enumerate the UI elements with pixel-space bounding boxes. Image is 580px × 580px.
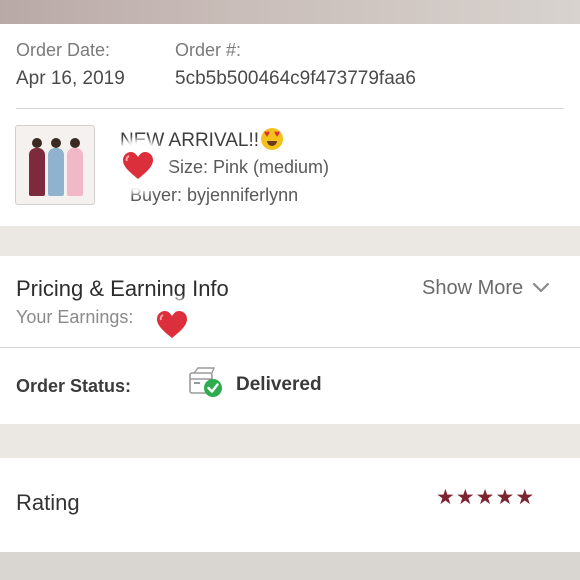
bottom-strip bbox=[0, 552, 580, 580]
order-divider bbox=[16, 108, 564, 109]
order-date-value: Apr 16, 2019 bbox=[16, 68, 125, 89]
star-icon: ★ bbox=[455, 486, 476, 509]
order-status-value: Delivered bbox=[236, 374, 322, 395]
buyer-info[interactable]: Buyer: byjenniferlynn bbox=[130, 185, 298, 206]
delivered-box-icon bbox=[188, 367, 226, 404]
your-earnings-label: Your Earnings: bbox=[16, 307, 134, 327]
order-number-label: Order #: bbox=[175, 40, 242, 60]
rating-stars: ★★★★★ bbox=[436, 485, 535, 510]
order-status-label: Order Status: bbox=[16, 376, 132, 396]
pricing-section-title: Pricing & Earning Info bbox=[16, 276, 229, 301]
pricing-divider bbox=[0, 347, 580, 348]
item-size: Size: Pink (medium) bbox=[168, 157, 330, 177]
rating-label: Rating bbox=[16, 490, 80, 515]
show-more-button[interactable]: Show More bbox=[422, 277, 550, 300]
item-thumbnail[interactable] bbox=[15, 125, 95, 205]
order-date-label: Order Date: bbox=[16, 40, 111, 60]
heart-sticker-icon bbox=[147, 304, 197, 346]
star-icon: ★ bbox=[475, 486, 496, 509]
show-more-label: Show More bbox=[422, 277, 524, 299]
star-icon: ★ bbox=[515, 486, 536, 509]
heart-sticker-icon bbox=[113, 145, 163, 187]
heart-eyes-emoji-icon bbox=[261, 128, 284, 150]
order-summary-card: Order Date: Apr 16, 2019 Order #: 5cb5b5… bbox=[0, 24, 580, 226]
order-number-value: 5cb5b500464c9f473779faa6 bbox=[175, 68, 416, 89]
pricing-card: Pricing & Earning Info Your Earnings: Sh… bbox=[0, 256, 580, 424]
star-icon: ★ bbox=[436, 486, 456, 509]
star-icon: ★ bbox=[495, 486, 516, 509]
rating-card: Rating ★★★★★ bbox=[0, 458, 580, 552]
chevron-down-icon bbox=[533, 280, 550, 298]
status-bar-strip bbox=[0, 0, 580, 24]
